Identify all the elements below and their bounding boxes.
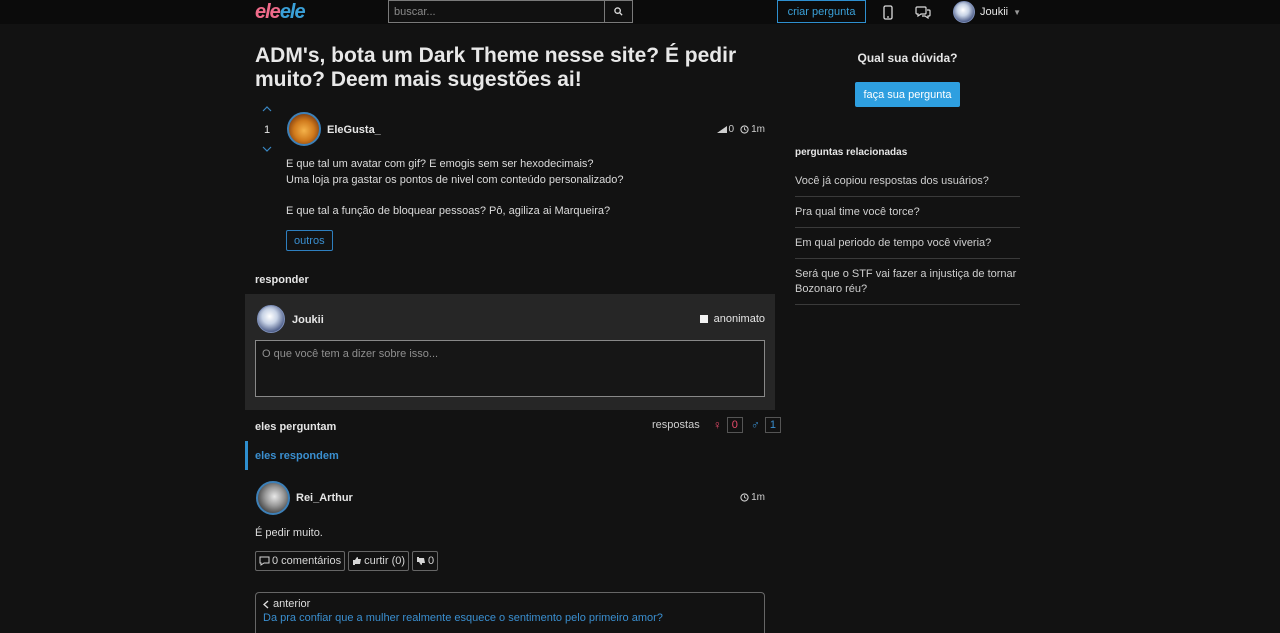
search-bar: [388, 0, 633, 23]
question-line: E que tal um avatar com gif? E emogis se…: [286, 158, 594, 170]
question-line: E que tal a função de bloquear pessoas? …: [286, 204, 611, 217]
related-item[interactable]: Em qual periodo de tempo você viveria?: [795, 228, 1020, 259]
comment-icon: [259, 556, 270, 566]
clock-icon: [740, 125, 749, 134]
vote-control: 1: [258, 103, 276, 157]
related-title: perguntas relacionadas: [795, 147, 908, 158]
dislike-button[interactable]: 0: [412, 551, 439, 571]
related-item[interactable]: Será que o STF vai fazer a injustiça de …: [795, 259, 1020, 305]
question-body: E que tal um avatar com gif? E emogis se…: [286, 157, 766, 219]
asks-label: eles perguntam: [255, 421, 337, 433]
female-icon: ♀: [712, 418, 722, 432]
reply-user-name: Joukii: [292, 314, 324, 326]
avatar: [953, 1, 975, 23]
question-line: Uma loja pra gastar os pontos de nivel c…: [286, 173, 624, 186]
answer-author[interactable]: Rei_Arthur: [296, 492, 353, 504]
question-tag[interactable]: outros: [286, 230, 333, 251]
previous-question-box[interactable]: anterior Da pra confiar que a mulher rea…: [255, 592, 765, 633]
search-icon: [614, 7, 623, 16]
top-navbar: eleele criar pergunta Joukii ▼: [0, 0, 1280, 24]
answer-time: 1m: [740, 492, 765, 503]
signal-icon: [716, 126, 727, 133]
previous-question-link[interactable]: Da pra confiar que a mulher realmente es…: [263, 612, 757, 624]
avatar[interactable]: [287, 112, 321, 146]
responses-counter: respostas ♀ 0 ♂ 1: [652, 417, 781, 433]
avatar[interactable]: [256, 481, 290, 515]
previous-label[interactable]: anterior: [263, 598, 757, 610]
ask-question-button[interactable]: faça sua pergunta: [855, 82, 960, 107]
search-button[interactable]: [604, 1, 632, 22]
reply-section-label: responder: [255, 274, 309, 286]
male-icon: ♂: [750, 418, 760, 432]
avatar: [257, 305, 285, 333]
related-list: Você já copiou respostas dos usuários? P…: [795, 166, 1020, 305]
user-name: Joukii: [980, 6, 1009, 18]
anonymous-label: anonimato: [713, 313, 765, 325]
chevron-left-icon: [263, 599, 269, 609]
vote-count: 1: [263, 124, 271, 136]
question-meta: 0 1m: [716, 124, 765, 135]
views-stat: 0: [716, 124, 734, 135]
tab-eles-respondem[interactable]: eles respondem: [245, 441, 445, 470]
upvote-icon[interactable]: [258, 103, 276, 117]
reply-box: Joukii anonimato: [245, 294, 775, 410]
search-input[interactable]: [389, 1, 604, 22]
male-count[interactable]: 1: [764, 417, 781, 433]
thumbs-down-icon: [417, 557, 426, 565]
create-question-button[interactable]: criar pergunta: [777, 0, 866, 23]
reply-input[interactable]: [255, 340, 765, 397]
question-author[interactable]: EleGusta_: [327, 124, 381, 136]
like-button[interactable]: curtir (0): [348, 551, 410, 571]
question-title: ADM's, bota um Dark Theme nesse site? É …: [255, 44, 737, 91]
sidebar-title: Qual sua dúvida?: [857, 51, 958, 65]
comments-button[interactable]: 0 comentários: [255, 551, 346, 571]
user-menu[interactable]: Joukii ▼: [953, 0, 1021, 24]
related-item[interactable]: Você já copiou respostas dos usuários?: [795, 166, 1020, 197]
responses-label: respostas: [652, 419, 700, 431]
related-item[interactable]: Pra qual time você torce?: [795, 197, 1020, 228]
downvote-icon[interactable]: [258, 143, 276, 157]
site-logo[interactable]: eleele: [255, 1, 306, 24]
chat-icon[interactable]: [915, 4, 931, 20]
anonymous-checkbox[interactable]: [699, 315, 708, 323]
thumbs-up-icon: [353, 557, 362, 565]
caret-down-icon: ▼: [1013, 7, 1022, 17]
clock-icon: [740, 493, 749, 502]
answer-body: É pedir muito.: [255, 527, 323, 539]
anonymous-toggle[interactable]: anonimato: [699, 313, 765, 325]
mobile-icon[interactable]: [880, 4, 896, 20]
female-count[interactable]: 0: [726, 417, 743, 433]
answer-actions: 0 comentários curtir (0) 0: [255, 551, 439, 571]
time-stat: 1m: [740, 124, 765, 135]
